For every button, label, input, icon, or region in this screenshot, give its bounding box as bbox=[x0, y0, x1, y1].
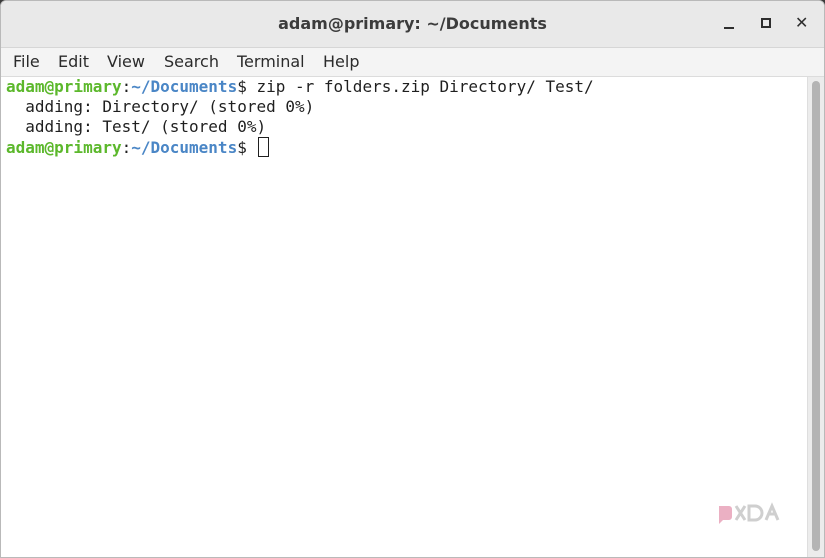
scrollbar-thumb[interactable] bbox=[812, 81, 820, 551]
prompt-user: adam@primary bbox=[6, 77, 122, 96]
menu-search[interactable]: Search bbox=[164, 52, 219, 71]
vertical-scrollbar[interactable] bbox=[807, 77, 824, 557]
xda-watermark bbox=[716, 502, 796, 528]
command-line: adam@primary:~/Documents$ zip -r folders… bbox=[6, 77, 594, 97]
output-line: adding: Directory/ (stored 0%) bbox=[6, 97, 315, 116]
prompt-symbol: $ bbox=[237, 77, 247, 96]
prompt-separator: : bbox=[121, 77, 132, 96]
xda-logo-icon bbox=[719, 502, 780, 524]
prompt-user: adam@primary bbox=[6, 138, 122, 157]
menu-edit[interactable]: Edit bbox=[58, 52, 89, 71]
prompt-line[interactable]: adam@primary:~/Documents$ bbox=[6, 137, 270, 158]
prompt-separator: : bbox=[121, 138, 132, 157]
prompt-path: ~/Documents bbox=[131, 138, 238, 157]
terminal-output-area[interactable]: adam@primary:~/Documents$ zip -r folders… bbox=[1, 77, 807, 557]
command-text: zip -r folders.zip Directory/ Test/ bbox=[246, 77, 594, 96]
minimize-icon bbox=[724, 27, 734, 29]
output-line: adding: Test/ (stored 0%) bbox=[6, 117, 267, 136]
close-button[interactable]: ✕ bbox=[791, 11, 815, 35]
text-cursor bbox=[258, 137, 270, 157]
menu-file[interactable]: File bbox=[13, 52, 40, 71]
menu-bar: File Edit View Search Terminal Help bbox=[1, 48, 824, 77]
maximize-button[interactable] bbox=[754, 11, 778, 35]
menu-terminal[interactable]: Terminal bbox=[237, 52, 305, 71]
prompt-symbol: $ bbox=[237, 138, 247, 157]
terminal-window: adam@primary: ~/Documents ✕ File Edit Vi… bbox=[0, 0, 825, 558]
title-bar[interactable]: adam@primary: ~/Documents ✕ bbox=[1, 1, 824, 48]
prompt-path: ~/Documents bbox=[131, 77, 238, 96]
menu-view[interactable]: View bbox=[107, 52, 145, 71]
close-icon: ✕ bbox=[795, 13, 809, 32]
minimize-button[interactable] bbox=[717, 11, 741, 35]
maximize-icon bbox=[761, 18, 771, 28]
menu-help[interactable]: Help bbox=[323, 52, 359, 71]
window-title: adam@primary: ~/Documents bbox=[278, 14, 547, 33]
